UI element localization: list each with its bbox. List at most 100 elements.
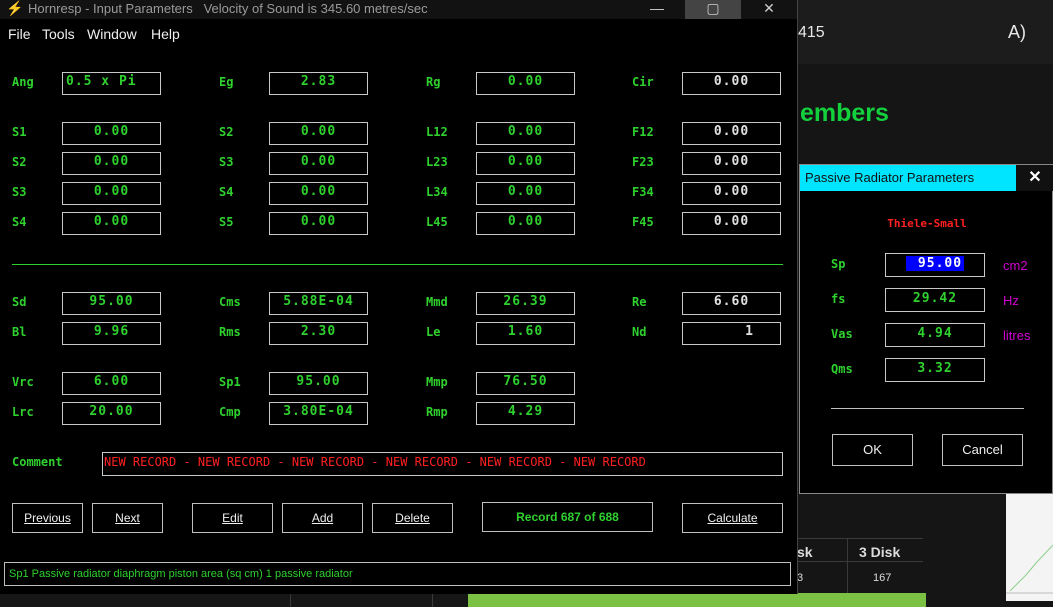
title-bar: ⚡ Hornresp - Input Parameters Velocity o… xyxy=(0,0,797,19)
cancel-button[interactable]: Cancel xyxy=(942,434,1023,466)
comment-label: Comment xyxy=(12,455,63,469)
comment-field[interactable]: NEW RECORD - NEW RECORD - NEW RECORD - N… xyxy=(102,452,783,476)
eg-label: Eg xyxy=(219,75,234,89)
f12-field[interactable]: 0.00 xyxy=(682,122,781,145)
l23-label: L23 xyxy=(426,155,448,169)
lrc-field[interactable]: 20.00 xyxy=(62,402,161,425)
sp-field[interactable]: 95.00 xyxy=(885,253,985,277)
qms-label: Qms xyxy=(831,362,853,376)
bl-field[interactable]: 9.96 xyxy=(62,322,161,345)
sd-label: Sd xyxy=(12,295,27,309)
menu-bar: File Tools Window Help xyxy=(0,22,797,44)
nd-field[interactable]: 1 xyxy=(682,322,781,345)
s3-field[interactable]: 0.00 xyxy=(62,182,161,205)
next-button[interactable]: Next xyxy=(92,503,163,533)
sp-unit: cm2 xyxy=(1003,258,1028,273)
l12-field[interactable]: 0.00 xyxy=(476,122,575,145)
minimize-button[interactable]: — xyxy=(629,0,685,19)
vas-field[interactable]: 4.94 xyxy=(885,323,985,347)
f34-field[interactable]: 0.00 xyxy=(682,182,781,205)
menu-file[interactable]: File xyxy=(8,26,31,42)
add-button[interactable]: Add xyxy=(282,503,363,533)
menu-window[interactable]: Window xyxy=(87,26,137,42)
lrc-label: Lrc xyxy=(12,405,34,419)
menu-help[interactable]: Help xyxy=(151,26,180,42)
s4-field[interactable]: 0.00 xyxy=(269,182,368,205)
section-divider xyxy=(12,264,783,265)
vas-label: Vas xyxy=(831,327,853,341)
qms-field[interactable]: 3.32 xyxy=(885,358,985,382)
f23-field[interactable]: 0.00 xyxy=(682,152,781,175)
re-field[interactable]: 6.60 xyxy=(682,292,781,315)
divider xyxy=(432,594,433,607)
table-header: 3 Disk xyxy=(859,544,901,560)
rms-field[interactable]: 2.30 xyxy=(269,322,368,345)
ang-label: Ang xyxy=(12,75,34,89)
background-heading: embers xyxy=(800,99,889,127)
ang-field[interactable]: 0.5 x Pi xyxy=(62,72,161,95)
s2-field[interactable]: 0.00 xyxy=(62,152,161,175)
sp1-field[interactable]: 95.00 xyxy=(269,372,368,395)
s2-label: S2 xyxy=(219,125,234,139)
s4-field[interactable]: 0.00 xyxy=(62,212,161,235)
vrc-field[interactable]: 6.00 xyxy=(62,372,161,395)
dialog-close-button[interactable]: ✕ xyxy=(1016,165,1053,191)
vas-unit: litres xyxy=(1003,328,1031,343)
mmp-field[interactable]: 76.50 xyxy=(476,372,575,395)
l23-field[interactable]: 0.00 xyxy=(476,152,575,175)
mmd-field[interactable]: 26.39 xyxy=(476,292,575,315)
bl-label: Bl xyxy=(12,325,27,339)
dialog-heading: Thiele-Small xyxy=(887,217,967,230)
s4-label: S4 xyxy=(219,185,234,199)
table-header: sk xyxy=(797,544,813,560)
s3-label: S3 xyxy=(219,155,234,169)
le-label: Le xyxy=(426,325,441,339)
fs-field[interactable]: 29.42 xyxy=(885,288,985,312)
status-bar: Sp1 Passive radiator diaphragm piston ar… xyxy=(4,562,791,586)
f12-label: F12 xyxy=(632,125,654,139)
ok-button[interactable]: OK xyxy=(832,434,913,466)
cmp-field[interactable]: 3.80E-04 xyxy=(269,402,368,425)
divider xyxy=(290,594,291,607)
cir-label: Cir xyxy=(632,75,654,89)
maximize-button[interactable]: ▢ xyxy=(685,0,741,19)
le-field[interactable]: 1.60 xyxy=(476,322,575,345)
cms-label: Cms xyxy=(219,295,241,309)
previous-button[interactable]: Previous xyxy=(12,503,83,533)
l45-label: L45 xyxy=(426,215,448,229)
vrc-label: Vrc xyxy=(12,375,34,389)
s5-label: S5 xyxy=(219,215,234,229)
dialog-divider xyxy=(831,408,1024,409)
lightning-icon: ⚡ xyxy=(6,0,24,16)
l34-field[interactable]: 0.00 xyxy=(476,182,575,205)
cir-field[interactable]: 0.00 xyxy=(682,72,781,95)
eg-field[interactable]: 2.83 xyxy=(269,72,368,95)
f45-field[interactable]: 0.00 xyxy=(682,212,781,235)
sd-field[interactable]: 95.00 xyxy=(62,292,161,315)
s1-label: S1 xyxy=(12,125,27,139)
read-aloud-icon[interactable]: A) xyxy=(1008,22,1026,43)
rmp-field[interactable]: 4.29 xyxy=(476,402,575,425)
s2-field[interactable]: 0.00 xyxy=(269,122,368,145)
s2-label: S2 xyxy=(12,155,27,169)
s3-label: S3 xyxy=(12,185,27,199)
background-chart-thumbnail xyxy=(1006,493,1053,601)
s5-field[interactable]: 0.00 xyxy=(269,212,368,235)
edit-button[interactable]: Edit xyxy=(192,503,273,533)
sp1-label: Sp1 xyxy=(219,375,241,389)
close-button[interactable]: ✕ xyxy=(741,0,797,19)
s1-field[interactable]: 0.00 xyxy=(62,122,161,145)
cmp-label: Cmp xyxy=(219,405,241,419)
l45-field[interactable]: 0.00 xyxy=(476,212,575,235)
s3-field[interactable]: 0.00 xyxy=(269,152,368,175)
rg-field[interactable]: 0.00 xyxy=(476,72,575,95)
calculate-button[interactable]: Calculate xyxy=(682,503,783,533)
menu-tools[interactable]: Tools xyxy=(42,26,75,42)
chart-line xyxy=(1006,544,1053,594)
rmp-label: Rmp xyxy=(426,405,448,419)
delete-button[interactable]: Delete xyxy=(372,503,453,533)
cms-field[interactable]: 5.88E-04 xyxy=(269,292,368,315)
l34-label: L34 xyxy=(426,185,448,199)
background-progress-bar xyxy=(468,593,926,607)
mmd-label: Mmd xyxy=(426,295,448,309)
